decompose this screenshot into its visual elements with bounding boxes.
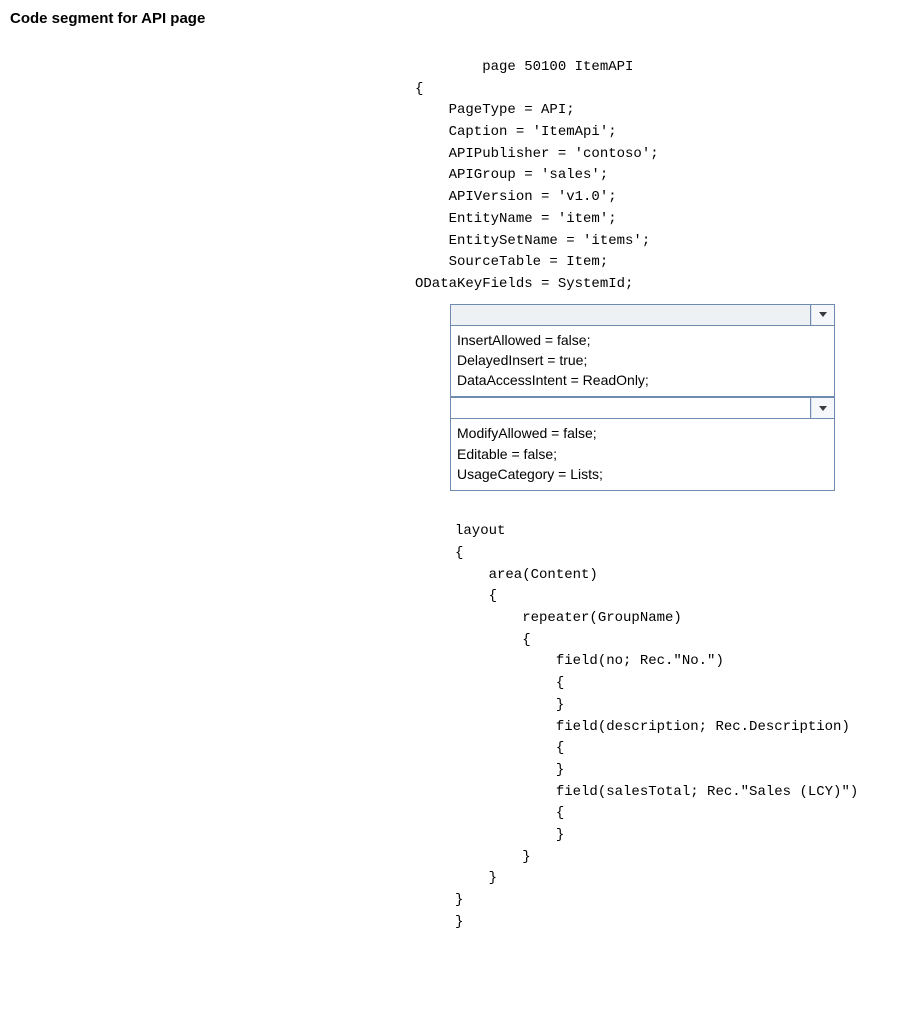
dropdown-2-toggle[interactable] <box>811 398 834 418</box>
dropdown-1-selector[interactable] <box>450 304 835 326</box>
dropdown-2-option[interactable]: ModifyAllowed = false; <box>457 423 828 443</box>
dropdown-1-options: InsertAllowed = false; DelayedInsert = t… <box>450 326 835 398</box>
dropdown-2-value[interactable] <box>451 398 811 418</box>
dropdown-2-option[interactable]: Editable = false; <box>457 444 828 464</box>
dropdown-2-selector[interactable] <box>450 397 835 419</box>
dropdown-1-toggle[interactable] <box>811 305 834 325</box>
dropdown-2-options: ModifyAllowed = false; Editable = false;… <box>450 419 835 491</box>
dropdown-2: ModifyAllowed = false; Editable = false;… <box>450 397 835 491</box>
dropdown-1: InsertAllowed = false; DelayedInsert = t… <box>450 304 835 398</box>
page-heading: Code segment for API page <box>10 10 889 27</box>
dropdown-stack: InsertAllowed = false; DelayedInsert = t… <box>450 304 835 492</box>
chevron-down-icon <box>819 312 827 317</box>
dropdown-1-option[interactable]: DataAccessIntent = ReadOnly; <box>457 370 828 390</box>
dropdown-2-option[interactable]: UsageCategory = Lists; <box>457 464 828 484</box>
dropdown-1-option[interactable]: InsertAllowed = false; <box>457 330 828 350</box>
dropdown-1-option[interactable]: DelayedInsert = true; <box>457 350 828 370</box>
code-segment-top: page 50100 ItemAPI { PageType = API; Cap… <box>415 57 889 296</box>
chevron-down-icon <box>819 406 827 411</box>
dropdown-1-value[interactable] <box>451 305 811 325</box>
code-segment-bottom: layout { area(Content) { repeater(GroupN… <box>455 521 889 933</box>
